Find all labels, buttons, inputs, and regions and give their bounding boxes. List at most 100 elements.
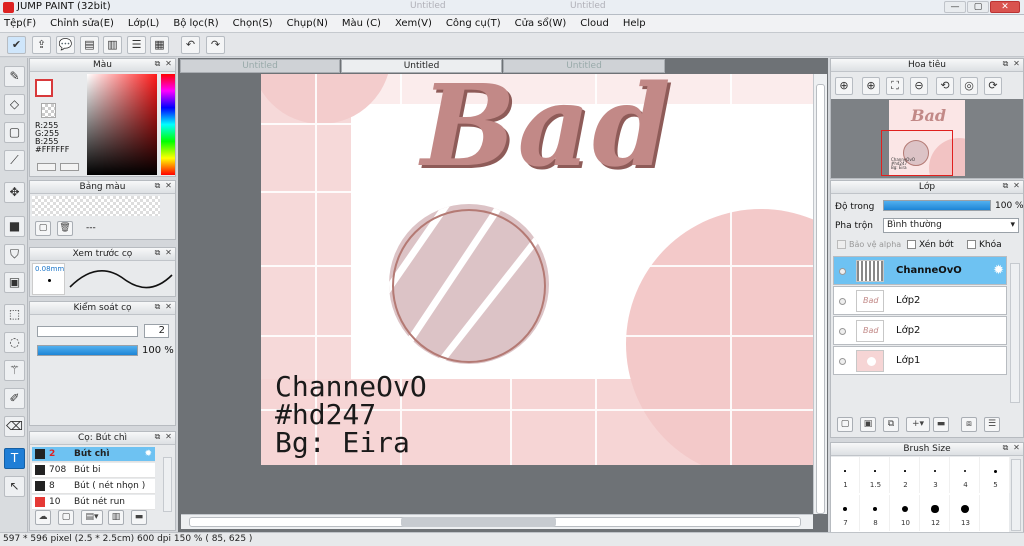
operation-tool-icon[interactable]: ↖ [4, 476, 25, 497]
menu-view[interactable]: Xem(V) [395, 18, 432, 29]
lock-option[interactable]: Khóa [967, 240, 1002, 250]
panel-close-icon[interactable]: ✕ [164, 249, 173, 258]
layer-row[interactable]: Lớp1 [833, 346, 1007, 375]
page-icon[interactable]: ▥ [103, 36, 122, 54]
duplicate-layer-icon[interactable]: ⧉ [883, 417, 899, 432]
zoom-out-icon[interactable]: ⊖ [910, 77, 928, 95]
brush-tool-icon[interactable]: ✎ [4, 66, 25, 87]
lasso-icon[interactable]: ◌ [4, 332, 25, 353]
close-button[interactable]: ✕ [990, 1, 1020, 13]
transparent-color-swatch[interactable] [41, 103, 56, 118]
text-tool-icon[interactable]: T [4, 448, 25, 469]
blend-mode-select[interactable]: Bình thường ▾ [883, 218, 1019, 233]
palette-swatches[interactable] [32, 196, 160, 216]
brush-size-cell[interactable]: 10 [891, 495, 920, 531]
check-icon[interactable]: ✔ [7, 36, 26, 54]
menu-help[interactable]: Help [623, 18, 646, 29]
move-tool-icon[interactable]: ✥ [4, 182, 25, 203]
protect-alpha-option[interactable]: Bảo vệ alpha [837, 240, 901, 249]
rotate-right-icon[interactable]: ⟳ [984, 77, 1002, 95]
visibility-toggle[interactable] [839, 298, 846, 305]
brush-size-cell[interactable]: 5 [981, 457, 1010, 493]
hue-slider[interactable] [161, 74, 175, 175]
visibility-toggle[interactable] [839, 328, 846, 335]
brush-size-cell[interactable]: 3 [921, 457, 950, 493]
select-eraser-icon[interactable]: ⌫ [4, 416, 25, 437]
menu-capture[interactable]: Chụp(N) [287, 18, 328, 29]
fit-icon[interactable]: ⛶ [886, 77, 904, 95]
magic-wand-icon[interactable]: ⚚ [4, 360, 25, 381]
new-palette-icon[interactable]: ▢ [35, 221, 51, 236]
trash-icon[interactable]: 🗑 [57, 221, 73, 236]
panel-close-icon[interactable]: ✕ [164, 182, 173, 191]
rotate-reset-icon[interactable]: ◎ [960, 77, 978, 95]
visibility-toggle[interactable] [839, 268, 846, 275]
layer-row[interactable]: Bad Lớp2 [833, 286, 1007, 315]
tab-document-active[interactable]: Untitled [341, 59, 502, 73]
undock-icon[interactable]: ⧉ [1001, 444, 1010, 453]
horizontal-scrollbar[interactable] [181, 514, 813, 529]
rectangle-select-icon[interactable]: ▢ [4, 122, 25, 143]
brush-menu-icon[interactable]: ▤▾ [81, 510, 103, 525]
menu-color[interactable]: Màu (C) [342, 18, 381, 29]
navigator-viewport-frame[interactable] [881, 130, 953, 176]
undock-icon[interactable]: ⧉ [1001, 182, 1010, 191]
undock-icon[interactable]: ⧉ [153, 60, 162, 69]
undo-icon[interactable]: ↶ [181, 36, 200, 54]
brush-size-cell[interactable]: 8 [861, 495, 890, 531]
undock-icon[interactable]: ⧉ [153, 303, 162, 312]
minimize-button[interactable]: — [944, 1, 966, 13]
panel-close-icon[interactable]: ✕ [1012, 182, 1021, 191]
layer-row[interactable]: ChanneOvO ✹ [833, 256, 1007, 285]
tab-document[interactable]: Untitled [503, 59, 665, 73]
brush-size-cell[interactable]: 1 [831, 457, 860, 493]
brush-size-cell[interactable]: 13 [951, 495, 980, 531]
list-icon[interactable]: ☰ [127, 36, 146, 54]
vertical-scroll-thumb[interactable] [816, 84, 825, 514]
drawing-canvas[interactable]: Bad ChanneOvO #hd247 Bg: Eira [261, 74, 813, 465]
cloud-download-icon[interactable]: ☁ [35, 510, 51, 525]
layer-row[interactable]: Bad Lớp2 [833, 316, 1007, 345]
zoom-in-icon[interactable]: ⊕ [862, 77, 880, 95]
new-layer-type-icon[interactable]: ▣ [860, 417, 876, 432]
new-layer-icon[interactable]: ▢ [837, 417, 853, 432]
layer-menu-icon[interactable]: +▾ [906, 417, 930, 432]
panel-close-icon[interactable]: ✕ [1012, 444, 1021, 453]
undock-icon[interactable]: ⧉ [153, 182, 162, 191]
brush-item[interactable]: 708 Bút bi [32, 463, 155, 478]
select-pen-icon[interactable]: ✐ [4, 388, 25, 409]
menu-filter[interactable]: Bộ lọc(R) [173, 18, 218, 29]
layer-scrollbar[interactable] [1010, 263, 1020, 403]
brush-size-cell[interactable]: 12 [921, 495, 950, 531]
brush-item[interactable]: 10 Bút nét run [32, 495, 155, 510]
menu-select[interactable]: Chọn(S) [233, 18, 273, 29]
maximize-button[interactable]: ▢ [967, 1, 989, 13]
clipping-option[interactable]: Xén bớt [907, 240, 954, 250]
pencil-scrollbar[interactable] [163, 457, 172, 512]
brush-size-input[interactable]: 2 [144, 324, 169, 338]
color-mode-button[interactable] [37, 163, 56, 171]
clipping-checkbox[interactable] [907, 240, 916, 249]
comment-icon[interactable]: 💬 [56, 36, 75, 54]
gradient-tool-icon[interactable]: ▣ [4, 272, 25, 293]
foreground-color-swatch[interactable] [35, 79, 53, 97]
undock-icon[interactable]: ⧉ [153, 249, 162, 258]
brush-item[interactable]: 8 Bút ( nét nhọn ) [32, 479, 155, 494]
panel-close-icon[interactable]: ✕ [164, 303, 173, 312]
zoom-icon[interactable]: ⊕ [835, 77, 853, 95]
layer-opacity-slider[interactable] [883, 200, 991, 211]
protect-alpha-checkbox[interactable] [837, 240, 846, 249]
fill-rect-icon[interactable]: ■ [4, 216, 25, 237]
gear-icon[interactable]: ✹ [993, 263, 1004, 278]
grid-icon[interactable]: ▦ [150, 36, 169, 54]
export-icon[interactable]: ⇪ [32, 36, 51, 54]
folder-icon[interactable]: ▬ [933, 417, 949, 432]
merge-icon[interactable]: ⧈ [961, 417, 977, 432]
tab-document[interactable]: Untitled [180, 59, 340, 73]
brush-item[interactable]: 2 Bút chì ✹ [32, 447, 155, 462]
brush-size-cell[interactable]: 2 [891, 457, 920, 493]
menu-cloud[interactable]: Cloud [580, 18, 609, 29]
lock-checkbox[interactable] [967, 240, 976, 249]
panel-close-icon[interactable]: ✕ [164, 60, 173, 69]
visibility-toggle[interactable] [839, 358, 846, 365]
